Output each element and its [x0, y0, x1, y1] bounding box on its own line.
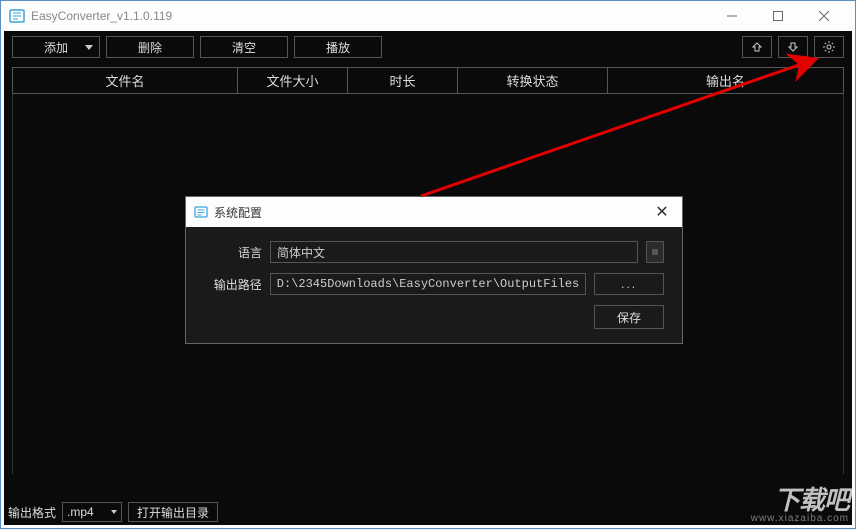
output-path-input[interactable]: D:\2345Downloads\EasyConverter\OutputFil…	[270, 273, 586, 295]
play-button[interactable]: 播放	[294, 36, 382, 58]
titlebar: EasyConverter_v1.1.0.119	[1, 1, 855, 31]
save-button[interactable]: 保存	[594, 305, 664, 329]
add-button-label: 添加	[44, 39, 68, 56]
settings-button[interactable]	[814, 36, 844, 58]
language-select-arrow-icon[interactable]	[646, 241, 664, 263]
move-up-button[interactable]	[742, 36, 772, 58]
col-filesize[interactable]: 文件大小	[238, 68, 348, 93]
dialog-icon	[194, 205, 208, 219]
add-button[interactable]: 添加	[12, 36, 100, 58]
format-select[interactable]: .mp4	[62, 502, 122, 522]
col-status[interactable]: 转换状态	[458, 68, 608, 93]
app-window: EasyConverter_v1.1.0.119 添加 删除 清空 播放 文件名…	[0, 0, 856, 529]
language-select[interactable]: 简体中文	[270, 241, 638, 263]
format-value: .mp4	[67, 505, 94, 519]
toolbar: 添加 删除 清空 播放	[4, 31, 852, 63]
delete-button[interactable]: 删除	[106, 36, 194, 58]
format-label: 输出格式	[8, 504, 56, 521]
table-header: 文件名 文件大小 时长 转换状态 输出名	[12, 67, 844, 94]
bottombar: 输出格式 .mp4 打开输出目录	[4, 499, 852, 525]
dialog-titlebar: 系统配置 ✕	[186, 197, 682, 227]
language-label: 语言	[204, 244, 262, 261]
output-path-value: D:\2345Downloads\EasyConverter\OutputFil…	[277, 277, 579, 291]
close-button[interactable]	[801, 1, 847, 31]
dialog-body: 语言 简体中文 输出路径 D:\2345Downloads\EasyConver…	[186, 227, 682, 343]
language-value: 简体中文	[277, 244, 325, 261]
col-output[interactable]: 输出名	[608, 68, 843, 93]
browse-button[interactable]: ...	[594, 273, 664, 295]
open-output-dir-button[interactable]: 打开输出目录	[128, 502, 218, 522]
clear-button[interactable]: 清空	[200, 36, 288, 58]
maximize-button[interactable]	[755, 1, 801, 31]
col-filename[interactable]: 文件名	[13, 68, 238, 93]
output-path-label: 输出路径	[204, 276, 262, 293]
settings-dialog: 系统配置 ✕ 语言 简体中文 输出路径 D:\2345Downloads\Eas…	[185, 196, 683, 344]
dialog-title: 系统配置	[214, 204, 650, 221]
move-down-button[interactable]	[778, 36, 808, 58]
window-title: EasyConverter_v1.1.0.119	[31, 9, 709, 23]
minimize-button[interactable]	[709, 1, 755, 31]
dialog-close-button[interactable]: ✕	[650, 200, 674, 224]
app-icon	[9, 8, 25, 24]
col-duration[interactable]: 时长	[348, 68, 458, 93]
